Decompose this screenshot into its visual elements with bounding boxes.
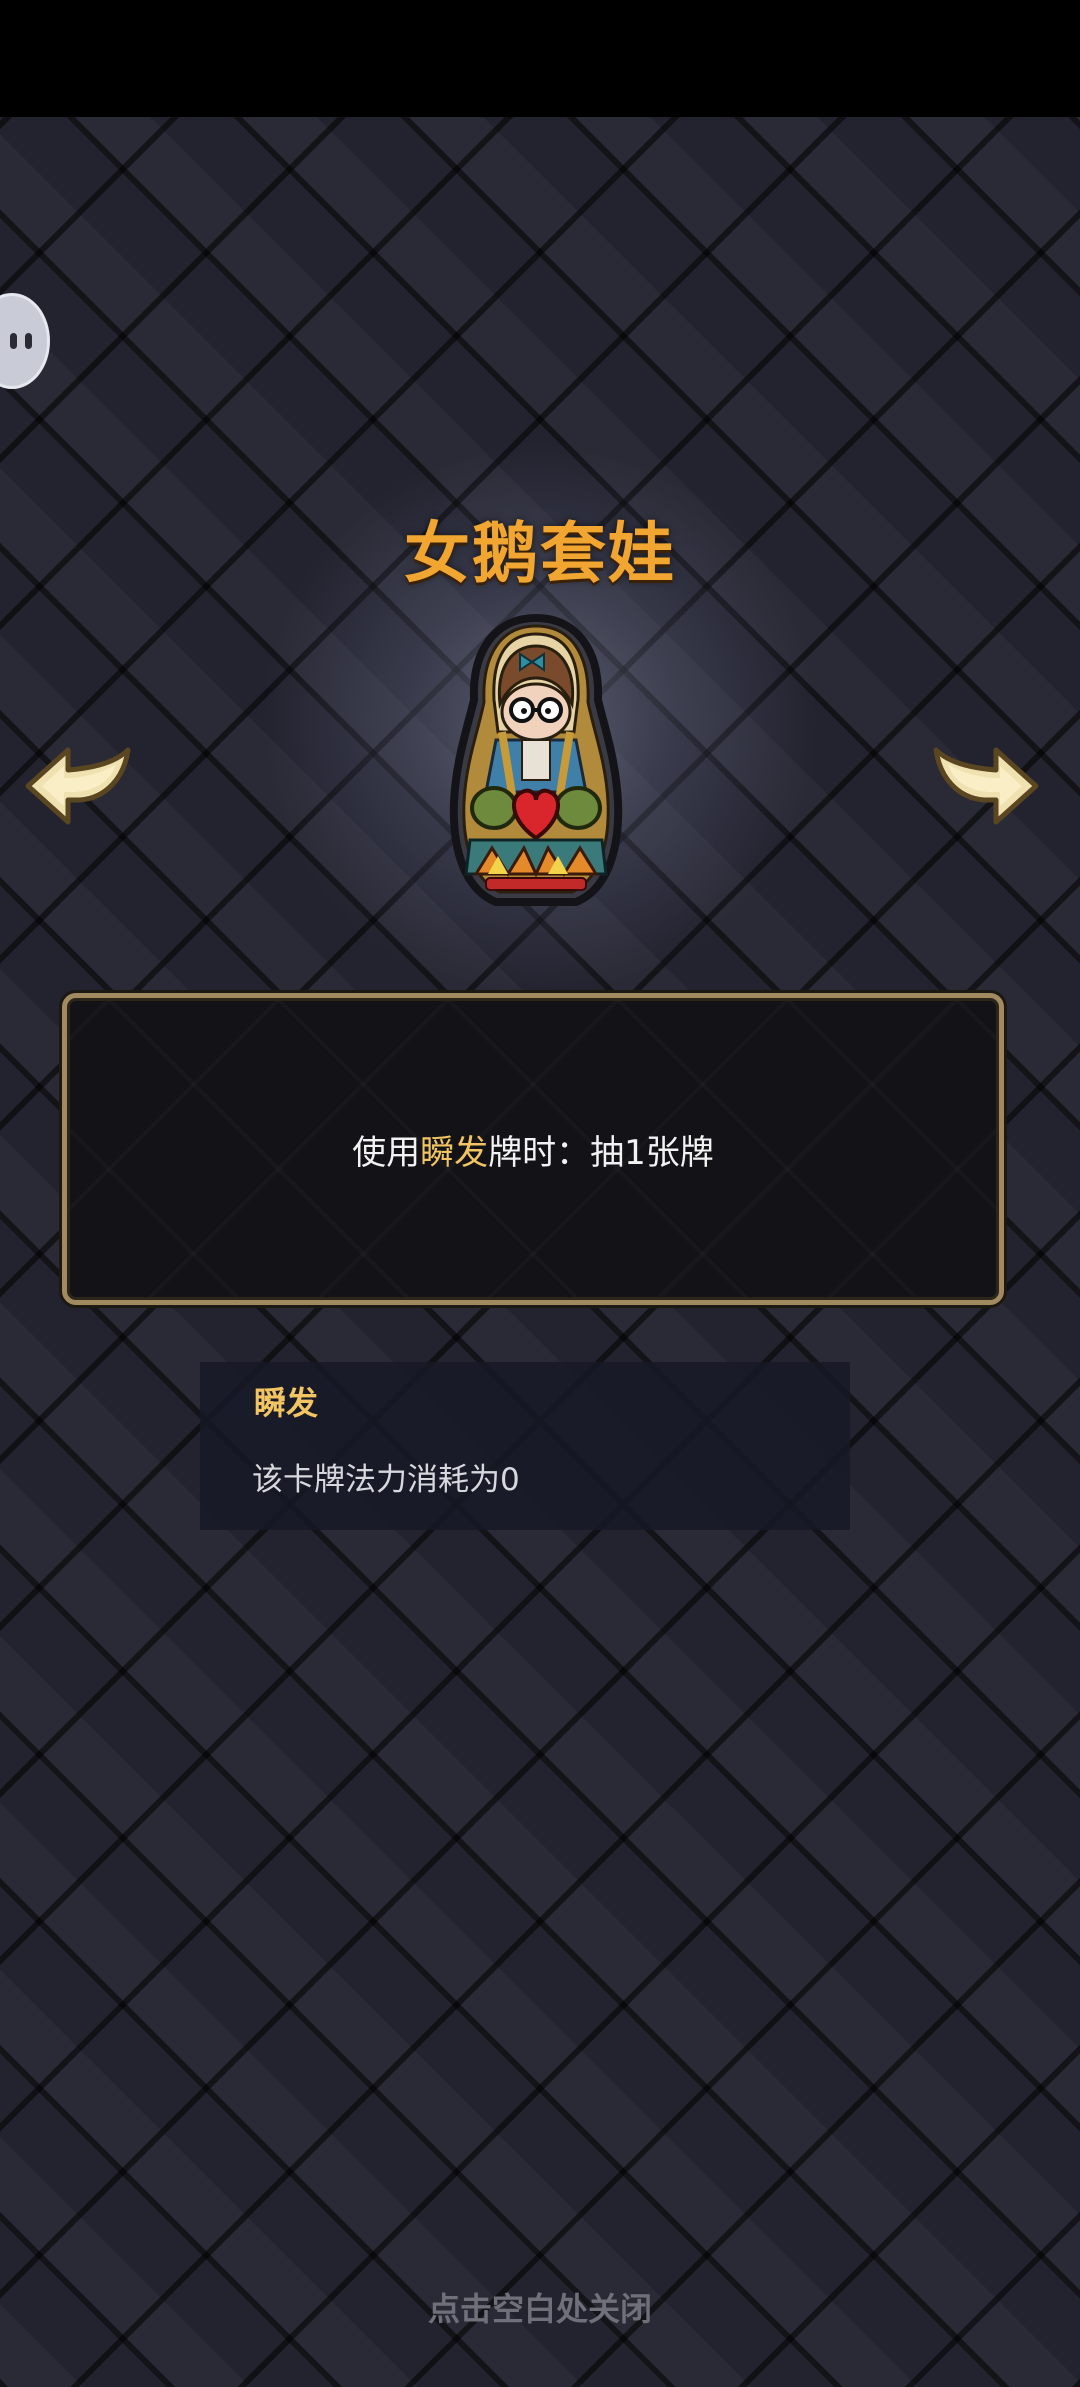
close-hint: 点击空白处关闭 bbox=[427, 2290, 652, 2328]
status-bar bbox=[0, 0, 1080, 117]
item-title: 女鹅套娃 bbox=[404, 515, 676, 592]
description-prefix: 使用 bbox=[352, 1132, 421, 1173]
arrow-left-icon[interactable] bbox=[24, 744, 134, 828]
matryoshka-doll-icon bbox=[449, 613, 623, 906]
item-description-panel: 使用瞬发牌时：抽1张牌 bbox=[62, 993, 1004, 1305]
arrow-right-icon[interactable] bbox=[930, 744, 1040, 828]
description-keyword: 瞬发 bbox=[420, 1132, 489, 1173]
item-description: 使用瞬发牌时：抽1张牌 bbox=[352, 1125, 714, 1174]
keyword-tooltip: 瞬发 该卡牌法力消耗为0 bbox=[200, 1362, 850, 1530]
keyword-tooltip-text: 该卡牌法力消耗为0 bbox=[252, 1462, 520, 1498]
description-suffix: 牌时：抽1张牌 bbox=[488, 1132, 714, 1173]
keyword-tooltip-title: 瞬发 bbox=[254, 1384, 319, 1422]
